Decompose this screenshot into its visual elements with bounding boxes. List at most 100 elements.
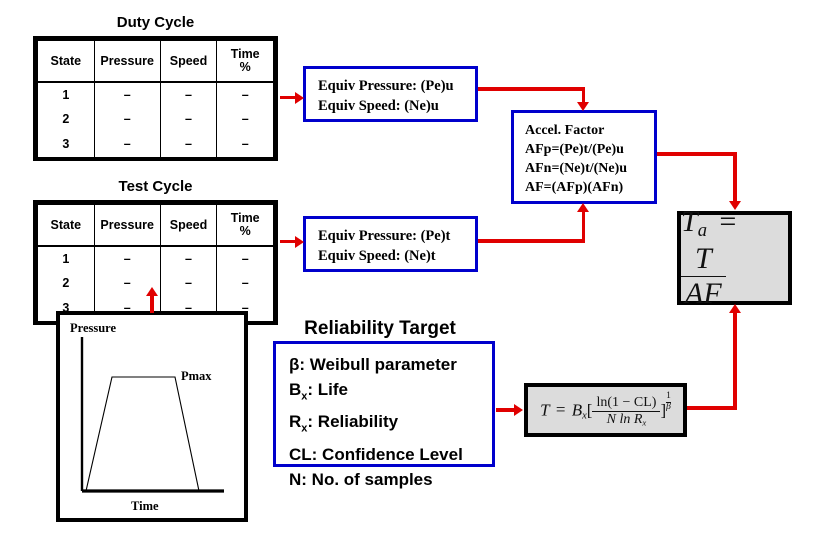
equiv-test-pressure-line: Equiv Pressure: (Pe)t [318,228,451,244]
cell-state: 1 [37,82,95,108]
t-denominator-subscript: x [642,417,647,428]
reliability-symbol: CL [289,444,312,464]
cell-state: 2 [37,271,95,296]
t-formula-box: T = Bx[ln(1 − CL) N ln Rx] 1 β [524,383,687,437]
ta-denominator: AF [681,276,726,311]
table-row: 3 – – – [37,131,274,157]
duty-cycle-table: State Pressure Speed Time % 1 – – – 2 – … [33,36,278,161]
column-header-time-line2: % [239,60,251,74]
equiv-test-speed-line: Equiv Speed: (Ne)t [318,248,436,264]
pressure-profile-chart: Pressure Time Pmax [56,311,248,522]
cell-time: – [216,271,274,296]
ta-formula-box: Ta = T AF [677,205,792,310]
cell-pressure: – [93,131,161,157]
connector-chart-to-test-cycle [150,295,154,313]
cell-pressure: – [93,82,161,108]
equiv-use-speed-line: Equiv Speed: (Ne)u [318,98,439,114]
reliability-symbol: B [289,380,302,399]
reliability-symbol: N [289,469,302,489]
reliability-text: : No. of samples [301,469,433,489]
column-header-speed: Speed [159,40,218,83]
t-symbol: T [540,400,550,420]
reliability-item-beta: β: Weibull parameter [289,352,492,377]
cell-pressure: – [93,107,161,132]
table-row: 1 – – – [37,246,274,272]
arrowhead-chart-to-test-cycle [145,287,158,296]
t-denominator: N ln Rx [592,410,661,428]
cell-time: – [216,131,274,157]
column-header-state: State [37,204,95,247]
ta-subscript: a [697,220,707,242]
arrowhead-reliability-to-t-formula [514,403,523,416]
ta-numerator: T [694,242,712,276]
ta-fraction: T AF [681,242,726,311]
t-exponent-numerator: 1 [666,391,671,402]
arrowhead-duty-to-equiv-use [295,91,304,104]
reliability-text: : Life [307,380,349,399]
column-header-pressure: Pressure [93,40,161,83]
connector-equiv-use-to-accel-h [478,87,585,91]
t-exponent: 1β [666,391,671,412]
reliability-text: : Weibull parameter [299,355,457,374]
reliability-item-n: N: No. of samples [289,467,492,492]
column-header-time-line2: % [239,224,251,238]
reliability-target-box: β: Weibull parameter Bx: Life Rx: Reliab… [273,341,495,489]
accel-factor-afn: AFn=(Ne)t/(Ne)u [525,161,628,176]
table-header-row: State Pressure Speed Time % [37,40,274,83]
t-exponent-denominator: β [666,401,671,412]
cell-state: 3 [37,131,95,157]
column-header-pressure: Pressure [93,204,161,247]
equivalent-test-conditions-box: Equiv Pressure: (Pe)t Equiv Speed: (Ne)t [303,216,478,272]
connector-accel-to-ta-v [733,152,737,202]
connector-t-formula-to-ta-v [733,313,737,409]
cell-time: – [216,107,274,132]
t-bx-symbol: B [571,400,583,420]
reliability-item-cl: CL: Confidence Level [289,442,492,467]
duty-cycle-title: Duty Cycle [116,14,195,31]
cell-state: 2 [37,107,95,132]
t-formula-expression: T = Bx[ln(1 − CL) N ln Rx] 1 β [540,391,671,428]
test-cycle-title: Test Cycle [118,178,193,195]
connector-accel-to-ta-h [657,152,737,156]
column-header-time-line1: Time [230,211,260,225]
accel-factor-title: Accel. Factor [525,123,605,138]
acceleration-factor-box: Accel. Factor AFp=(Pe)t/(Pe)u AFn=(Ne)t/… [511,110,657,204]
connector-t-formula-to-ta-h [687,406,737,410]
column-header-state: State [37,40,95,83]
ta-formula-expression: Ta = T AF [681,205,788,311]
accel-factor-af: AF=(AFp)(AFn) [525,180,624,195]
chart-pressure-curve [85,376,200,492]
cell-time: – [216,82,274,108]
cell-speed: – [159,82,218,108]
flow-diagram-canvas: Duty Cycle State Pressure Speed Time % 1… [0,0,821,535]
cell-speed: – [159,131,218,157]
column-header-time-line1: Time [230,47,260,61]
accel-factor-afp: AFp=(Pe)t/(Pe)u [525,142,624,157]
t-numerator: ln(1 − CL) [596,394,657,410]
t-fraction: ln(1 − CL) N ln Rx [592,394,661,428]
arrowhead-equiv-use-to-accel [577,102,589,111]
cell-pressure: – [93,246,161,272]
reliability-symbol: β [289,355,300,374]
arrowhead-accel-to-ta [728,201,741,210]
equiv-use-pressure-line: Equiv Pressure: (Pe)u [318,78,454,94]
column-header-speed: Speed [159,204,218,247]
reliability-symbol: R [289,412,302,432]
cell-speed: – [159,271,218,296]
ta-symbol: T [681,204,698,238]
t-equals-sign: = [555,400,566,420]
arrowhead-equiv-test-to-accel [577,203,589,212]
column-header-time-percent: Time % [216,40,274,83]
arrowhead-t-formula-to-ta [728,304,741,313]
column-header-time-percent: Time % [216,204,274,247]
connector-reliability-to-t-formula [496,408,516,412]
cell-time: – [216,246,274,272]
table-row: 1 – – – [37,82,274,108]
table-header-row: State Pressure Speed Time % [37,204,274,247]
table-row: 2 – – – [37,107,274,132]
connector-equiv-use-to-accel-v [581,87,585,103]
chart-plot-area [80,337,224,493]
cell-state: 1 [37,246,95,272]
reliability-item-rx: Rx: Reliability [289,409,492,441]
reliability-text: : Confidence Level [311,444,463,464]
